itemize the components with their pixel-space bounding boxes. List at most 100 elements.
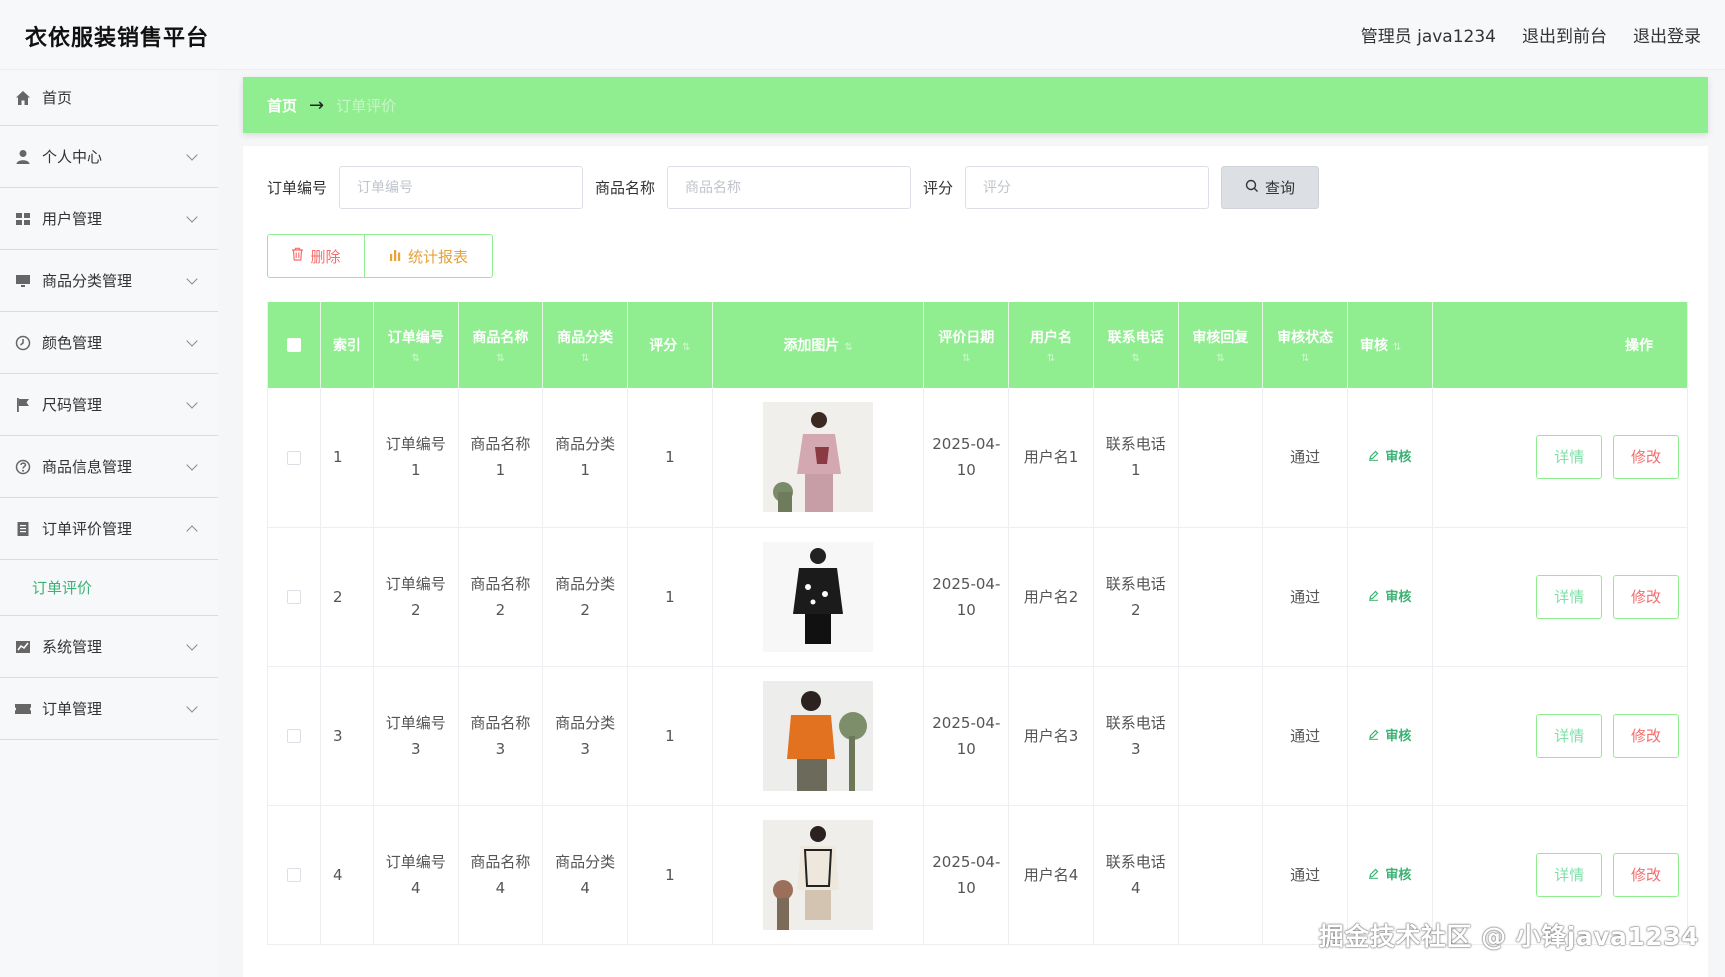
cell-text: 3 <box>410 739 421 758</box>
cell-text: 商品名称 <box>470 852 531 871</box>
product-photo[interactable] <box>713 402 924 513</box>
breadcrumb-home[interactable]: 首页 <box>267 95 297 116</box>
col-header-order-no[interactable]: 订单编号 ⇅ <box>373 302 459 388</box>
sort-icon[interactable]: ⇅ <box>1009 353 1093 364</box>
product-photo[interactable] <box>713 819 924 930</box>
sidebar-item-profile[interactable]: 个人中心 <box>0 126 218 188</box>
search-button[interactable]: 查询 <box>1221 166 1320 209</box>
product-photo[interactable] <box>713 680 924 791</box>
col-header-score[interactable]: 评分 ⇅ <box>627 302 713 388</box>
sidebar-item-label: 订单管理 <box>42 700 103 718</box>
detail-button[interactable]: 详情 <box>1536 852 1603 897</box>
app-title: 衣依服装销售平台 <box>25 26 210 51</box>
sort-icon[interactable]: ⇅ <box>682 342 690 353</box>
cell-actions: 详情 修改 <box>1432 666 1689 806</box>
col-header-label: 订单编号 <box>387 329 444 346</box>
logout-link[interactable]: 退出登录 <box>1633 22 1701 47</box>
sidebar-item-system[interactable]: 系统管理 <box>0 616 218 678</box>
sidebar-item-orders[interactable]: 订单管理 <box>0 678 218 740</box>
sidebar-item-order-review[interactable]: 订单评价管理 <box>0 498 218 560</box>
cell-review: 审核 <box>1347 388 1433 528</box>
sidebar-item-label: 颜色管理 <box>42 334 103 352</box>
sidebar-item-size[interactable]: 尺码管理 <box>0 374 218 436</box>
col-header-review[interactable]: 审核 ⇅ <box>1347 302 1433 388</box>
ticket-icon <box>14 700 32 718</box>
cell-text: 1 <box>410 461 421 480</box>
col-header-product-name[interactable]: 商品名称 ⇅ <box>458 302 544 388</box>
col-header-label: 审核回复 <box>1192 329 1249 346</box>
col-header-image[interactable]: 添加图片 ⇅ <box>712 302 925 388</box>
score-input[interactable] <box>965 166 1210 209</box>
detail-button[interactable]: 详情 <box>1536 435 1603 480</box>
sort-icon[interactable]: ⇅ <box>1393 342 1401 353</box>
col-header-category[interactable]: 商品分类 ⇅ <box>542 302 628 388</box>
chevron-down-icon <box>186 638 198 651</box>
cell-text: 订单编号 <box>385 435 446 454</box>
sort-icon[interactable]: ⇅ <box>844 342 852 353</box>
review-link[interactable]: 审核 <box>1368 585 1411 611</box>
col-header-phone[interactable]: 联系电话 ⇅ <box>1093 302 1179 388</box>
cell-product-name: 商品名称 1 <box>458 388 544 528</box>
cell-image <box>712 805 925 945</box>
edit-button[interactable]: 修改 <box>1613 852 1679 897</box>
review-link[interactable]: 审核 <box>1368 724 1411 750</box>
cell-text: 2 <box>495 600 506 619</box>
select-all-checkbox[interactable] <box>286 338 301 352</box>
cell-text: 订单编号 <box>385 713 446 732</box>
action-buttons: 删除 统计报表 <box>267 234 493 278</box>
edit-button[interactable]: 修改 <box>1613 435 1679 480</box>
cell-username: 用户名3 <box>1008 666 1094 806</box>
sidebar-item-product-info[interactable]: 商品信息管理 <box>0 436 218 498</box>
col-header-index: 索引 <box>320 302 374 388</box>
cell-text: 商品名称 <box>470 574 531 593</box>
sort-icon[interactable]: ⇅ <box>1263 353 1347 364</box>
sort-icon[interactable]: ⇅ <box>924 353 1008 364</box>
delete-button[interactable]: 删除 <box>267 234 365 278</box>
sidebar-item-home[interactable]: 首页 <box>0 70 218 126</box>
edit-button[interactable]: 修改 <box>1613 713 1679 758</box>
edit-button[interactable]: 修改 <box>1613 574 1679 619</box>
row-select-cell[interactable] <box>267 805 321 945</box>
detail-button[interactable]: 详情 <box>1536 713 1603 758</box>
cell-text: 2 <box>1130 600 1141 619</box>
order-no-input[interactable] <box>339 166 584 209</box>
home-icon <box>14 89 32 107</box>
sort-icon[interactable]: ⇅ <box>1179 353 1263 364</box>
cell-index: 3 <box>320 666 374 806</box>
review-link[interactable]: 审核 <box>1368 863 1411 889</box>
row-select-cell[interactable] <box>267 666 321 806</box>
exit-to-frontend-link[interactable]: 退出到前台 <box>1522 22 1607 47</box>
col-header-label: 评分 <box>649 338 678 354</box>
row-checkbox[interactable] <box>286 590 301 604</box>
select-all-cell[interactable] <box>267 302 321 388</box>
sidebar-item-category[interactable]: 商品分类管理 <box>0 250 218 312</box>
row-checkbox[interactable] <box>286 450 301 465</box>
product-photo[interactable] <box>713 541 924 652</box>
col-header-review-date[interactable]: 评价日期 ⇅ <box>923 302 1010 388</box>
detail-button[interactable]: 详情 <box>1536 574 1603 619</box>
sidebar-subitem-order-review[interactable]: 订单评价 <box>0 560 218 616</box>
col-header-reply[interactable]: 审核回复 ⇅ <box>1178 302 1264 388</box>
sidebar-item-users[interactable]: 用户管理 <box>0 188 218 250</box>
sort-icon[interactable]: ⇅ <box>543 353 627 364</box>
sort-icon[interactable]: ⇅ <box>1094 353 1178 364</box>
cell-review-date: 2025-04- 10 <box>923 388 1010 528</box>
stats-report-button[interactable]: 统计报表 <box>365 234 493 278</box>
cell-text: 2 <box>410 600 421 619</box>
sort-icon[interactable]: ⇅ <box>459 353 543 364</box>
sort-icon[interactable]: ⇅ <box>374 353 458 364</box>
table-header-row: 索引 订单编号 ⇅ 商品名称 ⇅ 商品分类 ⇅ 评分 ⇅ 添加图片 ⇅ 评价日期 ⇅ 用… <box>267 302 1689 388</box>
cell-text: 4 <box>495 878 506 897</box>
review-link[interactable]: 审核 <box>1368 445 1411 471</box>
info-circle-icon <box>14 458 32 476</box>
product-name-input[interactable] <box>667 166 912 209</box>
breadcrumb-current: 订单评价 <box>336 96 397 115</box>
row-select-cell[interactable] <box>267 527 321 667</box>
col-header-status[interactable]: 审核状态 ⇅ <box>1262 302 1348 388</box>
row-checkbox[interactable] <box>286 868 301 882</box>
cell-text: 10 <box>956 739 976 758</box>
col-header-username[interactable]: 用户名 ⇅ <box>1008 302 1094 388</box>
row-select-cell[interactable] <box>267 388 321 528</box>
sidebar-item-color[interactable]: 颜色管理 <box>0 312 218 374</box>
row-checkbox[interactable] <box>286 729 301 743</box>
